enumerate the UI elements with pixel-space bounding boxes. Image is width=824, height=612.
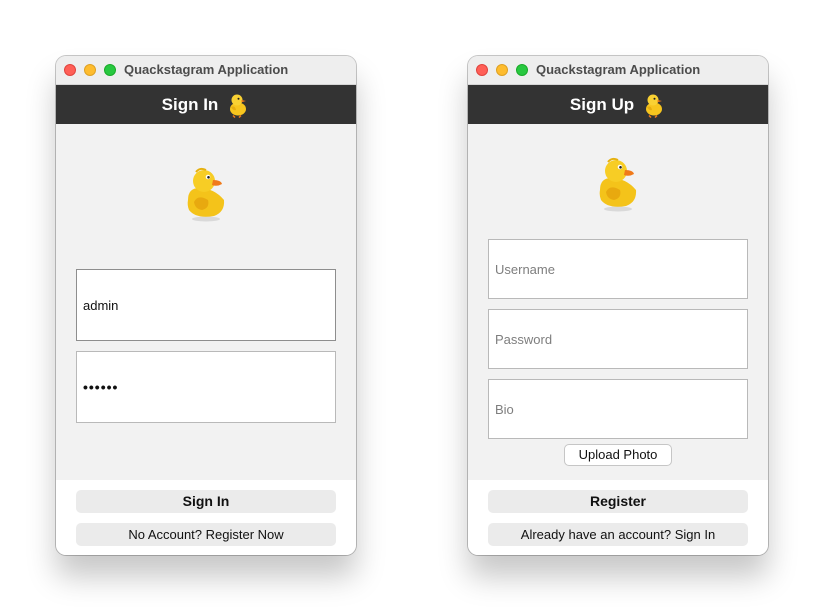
sign-in-button[interactable]: Sign In: [76, 490, 336, 513]
titlebar: Quackstagram Application: [468, 56, 768, 85]
signup-footer: Register Already have an account? Sign I…: [468, 480, 768, 555]
signin-window: Quackstagram Application Sign In admin •…: [56, 56, 356, 555]
window-title: Quackstagram Application: [536, 62, 701, 77]
bio-field[interactable]: Bio: [488, 379, 748, 439]
register-now-button[interactable]: No Account? Register Now: [76, 523, 336, 546]
username-field[interactable]: Username: [488, 239, 748, 299]
close-window-button[interactable]: [476, 64, 488, 76]
username-placeholder: Username: [495, 261, 555, 277]
password-value: ••••••: [83, 379, 119, 395]
sign-in-link-button[interactable]: Already have an account? Sign In: [488, 523, 748, 546]
signin-footer: Sign In No Account? Register Now: [56, 480, 356, 555]
username-field[interactable]: admin: [76, 269, 336, 341]
duck-logo-icon: [599, 157, 637, 212]
register-button[interactable]: Register: [488, 490, 748, 513]
signin-form: admin ••••••: [56, 124, 356, 480]
maximize-window-button[interactable]: [516, 64, 528, 76]
minimize-window-button[interactable]: [496, 64, 508, 76]
page-title: Sign Up: [569, 94, 635, 114]
chick-icon: [646, 94, 663, 118]
signup-window: Quackstagram Application Sign Up Usernam…: [468, 56, 768, 555]
titlebar: Quackstagram Application: [56, 56, 356, 85]
window-title: Quackstagram Application: [124, 62, 289, 77]
maximize-window-button[interactable]: [104, 64, 116, 76]
upload-photo-button[interactable]: Upload Photo: [564, 444, 672, 466]
signup-form: Username Password Bio Upload Photo: [468, 124, 768, 480]
page-header: Sign Up: [468, 85, 768, 124]
page-title: Sign In: [161, 94, 219, 114]
password-placeholder: Password: [495, 331, 553, 347]
chick-icon: [230, 94, 247, 118]
duck-logo-icon: [187, 167, 225, 222]
bio-placeholder: Bio: [495, 401, 514, 417]
page-header: Sign In: [56, 85, 356, 124]
password-field[interactable]: Password: [488, 309, 748, 369]
minimize-window-button[interactable]: [84, 64, 96, 76]
username-value: admin: [83, 297, 119, 313]
close-window-button[interactable]: [64, 64, 76, 76]
password-field[interactable]: ••••••: [76, 351, 336, 423]
